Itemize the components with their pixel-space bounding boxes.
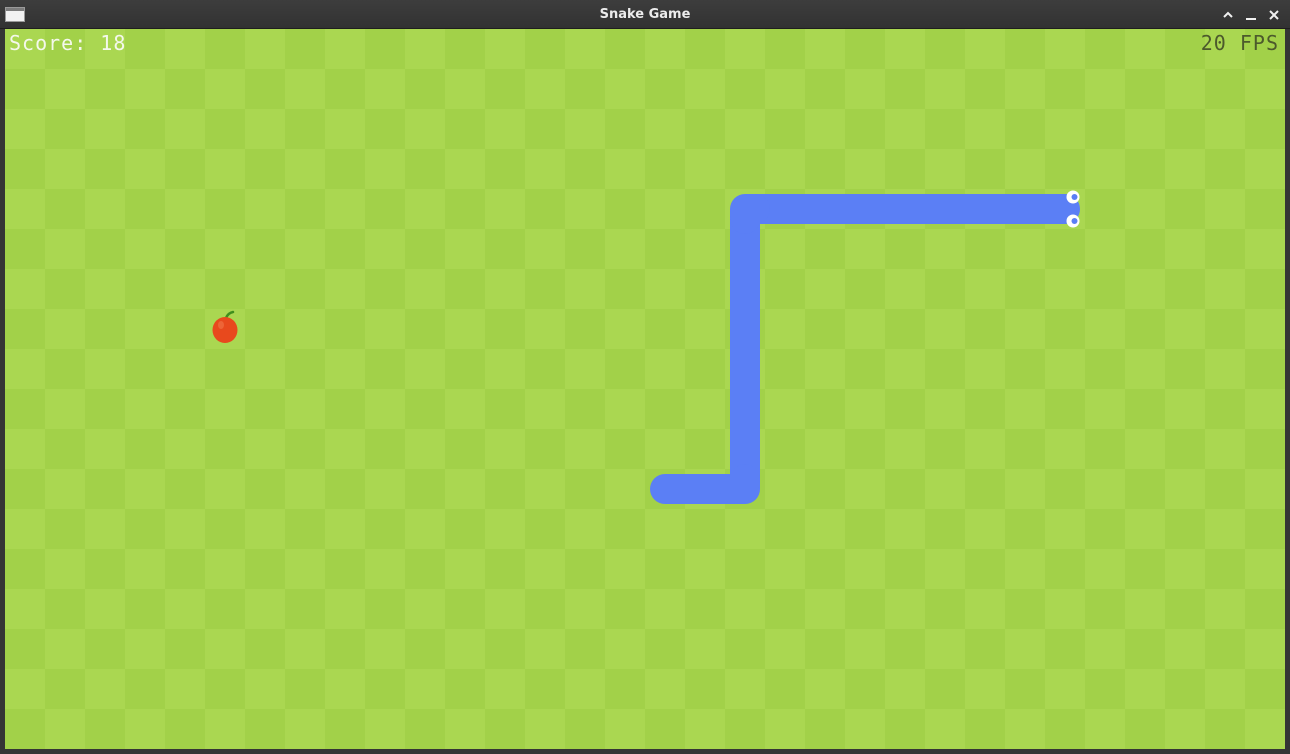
game-window: Snake Game Score: 18 20 FPS <box>0 0 1290 754</box>
minimize-button[interactable] <box>1241 5 1261 25</box>
title-bar[interactable]: Snake Game <box>0 0 1290 29</box>
fps-counter: 20 FPS <box>1200 31 1279 55</box>
close-icon <box>1269 10 1279 20</box>
apple-stem <box>224 310 235 320</box>
apple-food <box>212 317 238 343</box>
score-label: Score: 18 <box>9 31 127 55</box>
close-button[interactable] <box>1264 5 1284 25</box>
snake-bend <box>720 464 760 504</box>
snake-pupil <box>1071 218 1078 224</box>
game-board[interactable]: Score: 18 20 FPS <box>5 29 1285 749</box>
maximize-button[interactable] <box>1218 5 1238 25</box>
snake-body <box>650 194 1080 504</box>
chevron-up-icon <box>1223 11 1233 18</box>
game-canvas <box>212 190 1080 504</box>
apple-highlight <box>218 321 224 329</box>
window-title: Snake Game <box>599 7 691 22</box>
snake-bend <box>730 194 770 234</box>
snake-pupil <box>1071 194 1078 200</box>
minimize-icon <box>1246 18 1256 20</box>
